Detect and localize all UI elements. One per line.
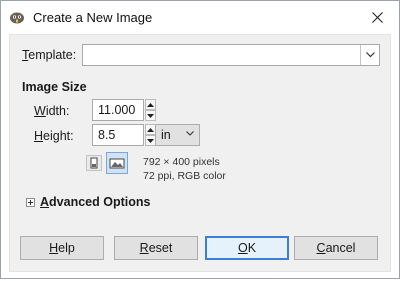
- ok-button[interactable]: OK: [205, 236, 289, 260]
- close-icon: [371, 11, 383, 23]
- window-title: Create a New Image: [33, 10, 153, 25]
- width-decrement-button[interactable]: [145, 110, 156, 121]
- dialog-body: Template: Image Size Width: 11.000 Heigh…: [9, 34, 391, 272]
- width-label: Width:: [34, 104, 70, 118]
- portrait-button[interactable]: [86, 155, 102, 171]
- height-input[interactable]: 8.5: [92, 124, 144, 146]
- pixel-size-info: 792 × 400 pixels: [143, 156, 220, 168]
- chevron-down-icon: [365, 52, 375, 58]
- portrait-icon: [90, 157, 98, 169]
- triangle-down-icon: [147, 138, 154, 143]
- triangle-up-icon: [147, 102, 154, 107]
- chevron-down-icon: [186, 131, 194, 136]
- title-bar: Create a New Image: [1, 1, 399, 33]
- width-stepper[interactable]: [145, 99, 156, 121]
- landscape-button[interactable]: [106, 152, 128, 174]
- create-image-dialog: Create a New Image Template: Image Size …: [0, 0, 400, 279]
- width-increment-button[interactable]: [145, 99, 156, 110]
- image-size-heading: Image Size: [22, 80, 87, 94]
- template-dropdown-button[interactable]: [360, 45, 379, 65]
- reset-button[interactable]: Reset: [114, 236, 198, 260]
- unit-dropdown[interactable]: in: [155, 124, 200, 146]
- height-label: Height:: [34, 129, 74, 143]
- resolution-info: 72 ppi, RGB color: [143, 170, 226, 182]
- help-button[interactable]: Help: [20, 236, 104, 260]
- gimp-icon: [10, 12, 24, 24]
- width-input[interactable]: 11.000: [92, 99, 144, 121]
- advanced-options-toggle[interactable]: Advanced Options: [40, 195, 150, 209]
- close-button[interactable]: [355, 1, 399, 33]
- template-dropdown[interactable]: [82, 44, 380, 66]
- triangle-up-icon: [147, 127, 154, 132]
- landscape-icon: [109, 158, 125, 169]
- template-label: Template:: [22, 48, 77, 62]
- cancel-button[interactable]: Cancel: [294, 236, 378, 260]
- triangle-down-icon: [147, 113, 154, 118]
- expander-plus-icon[interactable]: [26, 198, 35, 207]
- height-value: 8.5: [98, 128, 116, 142]
- unit-value: in: [161, 128, 171, 142]
- width-value: 11.000: [98, 103, 136, 117]
